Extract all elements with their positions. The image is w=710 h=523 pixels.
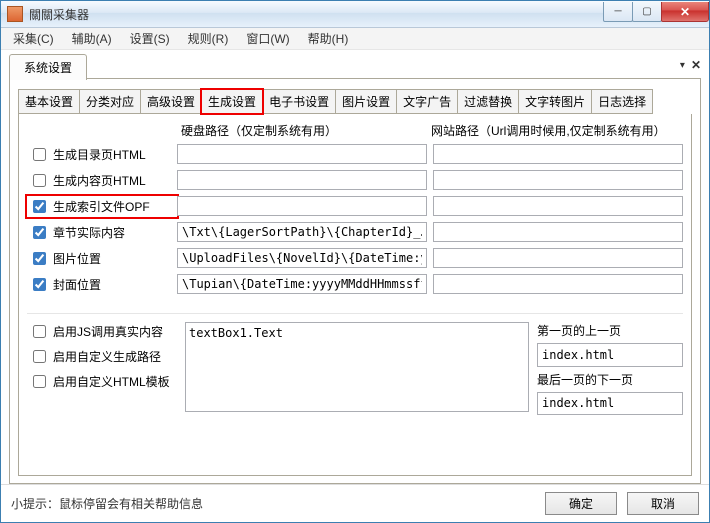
col-blank <box>27 122 177 139</box>
label-first-prev: 第一页的上一页 <box>537 322 683 339</box>
row-gen-index-opf: 生成索引文件OPF <box>27 195 683 217</box>
checkbox-img-loc[interactable] <box>33 252 46 265</box>
inner-tabstrip: 基本设置 分类对应 高级设置 生成设置 电子书设置 图片设置 文字广告 过滤替换… <box>18 89 692 114</box>
label-gen-dir: 生成目录页HTML <box>53 146 146 163</box>
tab-logsel[interactable]: 日志选择 <box>591 89 653 114</box>
row-gen-dir: 生成目录页HTML <box>27 143 683 165</box>
checkbox-chapter-real[interactable] <box>33 226 46 239</box>
check-chapter-real[interactable]: 章节实际内容 <box>27 223 177 242</box>
ok-button[interactable]: 确定 <box>545 492 617 515</box>
menubar: 采集(C) 辅助(A) 设置(S) 规则(R) 窗口(W) 帮助(H) <box>1 28 709 50</box>
check-enable-js[interactable]: 启用JS调用真实内容 <box>27 322 177 341</box>
generate-settings-body: 硬盘路径（仅定制系统有用） 网站路径（Url调用时候用,仅定制系统有用） 生成目… <box>18 114 692 476</box>
label-chapter-real: 章节实际内容 <box>53 224 125 241</box>
doc-tabstrip: 系统设置 ▾ ✕ <box>9 54 701 79</box>
bottom-section: 启用JS调用真实内容 启用自定义生成路径 启用自定义HTML模板 <box>27 322 683 415</box>
input-gen-dir-site[interactable] <box>433 144 683 164</box>
checkbox-gen-content[interactable] <box>33 174 46 187</box>
tab-filter[interactable]: 过滤替换 <box>457 89 519 114</box>
tabstrip-dropdown-icon[interactable]: ▾ <box>680 60 685 71</box>
checkbox-enable-custom-tpl[interactable] <box>33 375 46 388</box>
checkbox-enable-js[interactable] <box>33 325 46 338</box>
check-gen-content[interactable]: 生成内容页HTML <box>27 171 177 190</box>
col-site-path: 网站路径（Url调用时候用,仅定制系统有用） <box>423 122 683 139</box>
input-gen-dir-disk[interactable] <box>177 144 427 164</box>
close-button[interactable]: ✕ <box>661 2 709 22</box>
check-cover-loc[interactable]: 封面位置 <box>27 275 177 294</box>
input-last-next[interactable] <box>537 392 683 416</box>
app-window: 關關采集器 ─ ▢ ✕ 采集(C) 辅助(A) 设置(S) 规则(R) 窗口(W… <box>0 0 710 523</box>
check-enable-custom-tpl[interactable]: 启用自定义HTML模板 <box>27 372 177 391</box>
tab-textad[interactable]: 文字广告 <box>396 89 458 114</box>
label-gen-content: 生成内容页HTML <box>53 172 146 189</box>
menu-help[interactable]: 帮助(H) <box>300 28 357 49</box>
check-img-loc[interactable]: 图片位置 <box>27 249 177 268</box>
divider <box>27 313 683 314</box>
maximize-button[interactable]: ▢ <box>632 2 662 22</box>
input-gen-index-opf-site[interactable] <box>433 196 683 216</box>
checkbox-gen-index-opf[interactable] <box>33 200 46 213</box>
checkbox-cover-loc[interactable] <box>33 278 46 291</box>
input-gen-content-disk[interactable] <box>177 170 427 190</box>
label-last-next: 最后一页的下一页 <box>537 371 683 388</box>
menu-collect[interactable]: 采集(C) <box>5 28 62 49</box>
input-img-loc-disk[interactable] <box>177 248 427 268</box>
check-gen-index-opf[interactable]: 生成索引文件OPF <box>27 196 177 217</box>
row-gen-content: 生成内容页HTML <box>27 169 683 191</box>
menu-window[interactable]: 窗口(W) <box>238 28 297 49</box>
tab-image[interactable]: 图片设置 <box>335 89 397 114</box>
input-first-prev[interactable] <box>537 343 683 367</box>
titlebar[interactable]: 關關采集器 ─ ▢ ✕ <box>1 1 709 28</box>
tab-system-settings[interactable]: 系统设置 <box>9 54 87 80</box>
input-chapter-real-disk[interactable] <box>177 222 427 242</box>
label-enable-js: 启用JS调用真实内容 <box>53 323 163 340</box>
label-cover-loc: 封面位置 <box>53 276 101 293</box>
tab-text2img[interactable]: 文字转图片 <box>518 89 592 114</box>
label-img-loc: 图片位置 <box>53 250 101 267</box>
tab-basic[interactable]: 基本设置 <box>18 89 80 114</box>
menu-settings[interactable]: 设置(S) <box>122 28 178 49</box>
label-enable-custom-path: 启用自定义生成路径 <box>53 348 161 365</box>
minimize-button[interactable]: ─ <box>603 2 633 22</box>
footer: 小提示：鼠标停留会有相关帮助信息 确定 取消 <box>1 484 709 522</box>
input-chapter-real-site[interactable] <box>433 222 683 242</box>
textarea-template[interactable] <box>185 322 529 412</box>
tab-generate[interactable]: 生成设置 <box>201 89 263 114</box>
input-gen-content-site[interactable] <box>433 170 683 190</box>
menu-rules[interactable]: 规则(R) <box>180 28 237 49</box>
tab-ebook[interactable]: 电子书设置 <box>262 89 336 114</box>
app-icon <box>7 6 23 22</box>
row-chapter-real: 章节实际内容 <box>27 221 683 243</box>
settings-panel: 基本设置 分类对应 高级设置 生成设置 电子书设置 图片设置 文字广告 过滤替换… <box>9 78 701 484</box>
label-enable-custom-tpl: 启用自定义HTML模板 <box>53 373 170 390</box>
input-cover-loc-site[interactable] <box>433 274 683 294</box>
checkbox-gen-dir[interactable] <box>33 148 46 161</box>
row-img-loc: 图片位置 <box>27 247 683 269</box>
input-gen-index-opf-disk[interactable] <box>177 196 427 216</box>
label-gen-index-opf: 生成索引文件OPF <box>53 198 150 215</box>
tabstrip-close-icon[interactable]: ✕ <box>691 58 701 72</box>
input-cover-loc-disk[interactable] <box>177 274 427 294</box>
check-gen-dir[interactable]: 生成目录页HTML <box>27 145 177 164</box>
window-title: 關關采集器 <box>29 6 603 23</box>
tab-advanced[interactable]: 高级设置 <box>140 89 202 114</box>
checkbox-enable-custom-path[interactable] <box>33 350 46 363</box>
footer-hint: 小提示：鼠标停留会有相关帮助信息 <box>11 495 535 512</box>
col-disk-path: 硬盘路径（仅定制系统有用） <box>177 122 423 139</box>
cancel-button[interactable]: 取消 <box>627 492 699 515</box>
tab-classify[interactable]: 分类对应 <box>79 89 141 114</box>
input-img-loc-site[interactable] <box>433 248 683 268</box>
menu-assist[interactable]: 辅助(A) <box>64 28 120 49</box>
check-enable-custom-path[interactable]: 启用自定义生成路径 <box>27 347 177 366</box>
content-area: 系统设置 ▾ ✕ 基本设置 分类对应 高级设置 生成设置 电子书设置 图片设置 … <box>1 50 709 484</box>
row-cover-loc: 封面位置 <box>27 273 683 295</box>
